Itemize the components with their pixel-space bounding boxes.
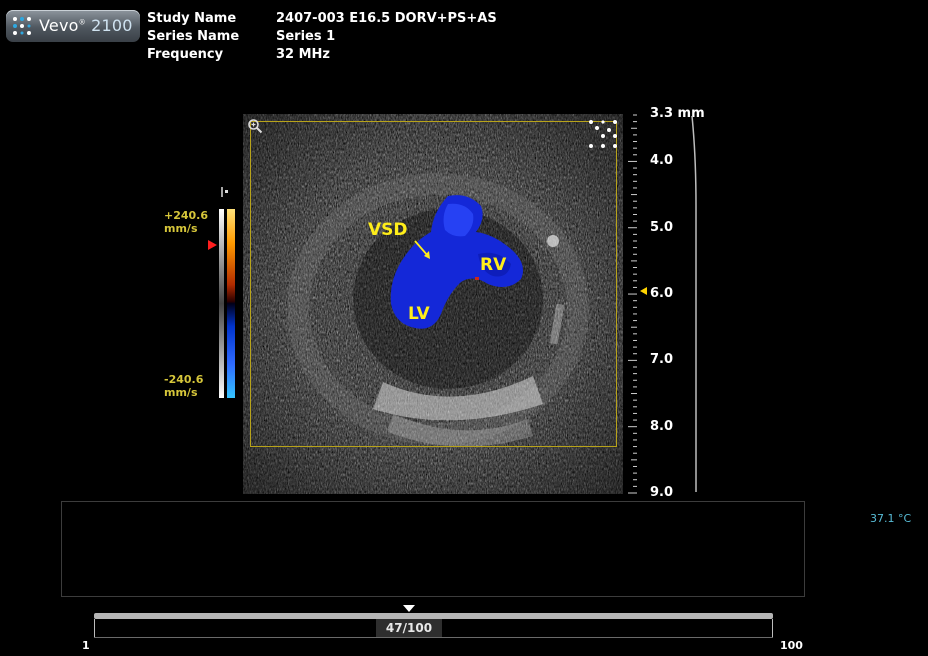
depth-scale-ticks xyxy=(628,114,637,494)
temperature-readout: 37.1 °C xyxy=(870,512,912,525)
study-info: Study Name 2407-003 E16.5 DORV+PS+AS Ser… xyxy=(147,10,497,64)
frequency-value: 32 MHz xyxy=(276,47,330,62)
logo-model: 2100 xyxy=(91,16,133,35)
physiology-trace-panel[interactable] xyxy=(61,501,805,597)
velocity-max: +240.6 mm/s xyxy=(164,209,208,235)
depth-label-4: 7.0 xyxy=(650,352,674,367)
magnifier-plus-icon[interactable] xyxy=(247,118,263,134)
series-name-value: Series 1 xyxy=(276,29,336,44)
frame-min-label: 1 xyxy=(82,639,90,652)
baseline-toggle-icon[interactable] xyxy=(221,186,231,198)
study-name-label: Study Name xyxy=(147,11,237,26)
frame-playhead-icon[interactable] xyxy=(403,605,415,612)
annotation-rv[interactable]: RV xyxy=(480,255,506,275)
depth-label-6: 9.0 xyxy=(650,485,674,500)
frame-axis-line xyxy=(94,637,773,638)
color-threshold-marker[interactable] xyxy=(208,240,217,250)
velocity-color-bar[interactable] xyxy=(227,209,235,398)
frequency-row: Frequency 32 MHz xyxy=(147,46,497,64)
study-name-value: 2407-003 E16.5 DORV+PS+AS xyxy=(276,11,497,26)
velocity-min-unit: mm/s xyxy=(164,386,198,399)
logo-registered-mark: ® xyxy=(78,18,86,27)
depth-label-1: 4.0 xyxy=(650,153,674,168)
logo-brand: Vevo xyxy=(39,16,79,35)
vevo-logo-icon xyxy=(13,17,31,35)
focus-depth-marker[interactable] xyxy=(640,287,647,295)
study-name-row: Study Name 2407-003 E16.5 DORV+PS+AS xyxy=(147,10,497,28)
velocity-max-unit: mm/s xyxy=(164,222,198,235)
depth-label-3: 6.0 xyxy=(650,286,674,301)
series-name-label: Series Name xyxy=(147,29,240,44)
velocity-min: -240.6 mm/s xyxy=(164,373,203,399)
series-name-row: Series Name Series 1 xyxy=(147,28,497,46)
depth-label-2: 5.0 xyxy=(650,220,674,235)
color-roi-box[interactable] xyxy=(250,121,617,447)
velocity-min-value: -240.6 xyxy=(164,373,204,386)
tgc-curve[interactable] xyxy=(680,116,710,496)
velocity-max-value: +240.6 xyxy=(164,209,209,222)
annotation-lv[interactable]: LV xyxy=(408,304,430,324)
annotation-vsd[interactable]: VSD xyxy=(368,220,408,240)
depth-label-5: 8.0 xyxy=(650,419,674,434)
transducer-dots-icon xyxy=(589,120,617,148)
logo-text: Vevo® 2100 xyxy=(39,16,133,35)
vsd-arrow-icon xyxy=(414,240,430,259)
frame-start-tick xyxy=(94,619,95,638)
frame-end-tick xyxy=(772,619,773,638)
frame-max-label: 100 xyxy=(780,639,803,652)
frame-counter: 47/100 xyxy=(376,619,442,637)
frequency-label: Frequency xyxy=(147,47,224,62)
vevo-logo: Vevo® 2100 xyxy=(6,10,140,42)
grayscale-bar xyxy=(219,209,224,398)
